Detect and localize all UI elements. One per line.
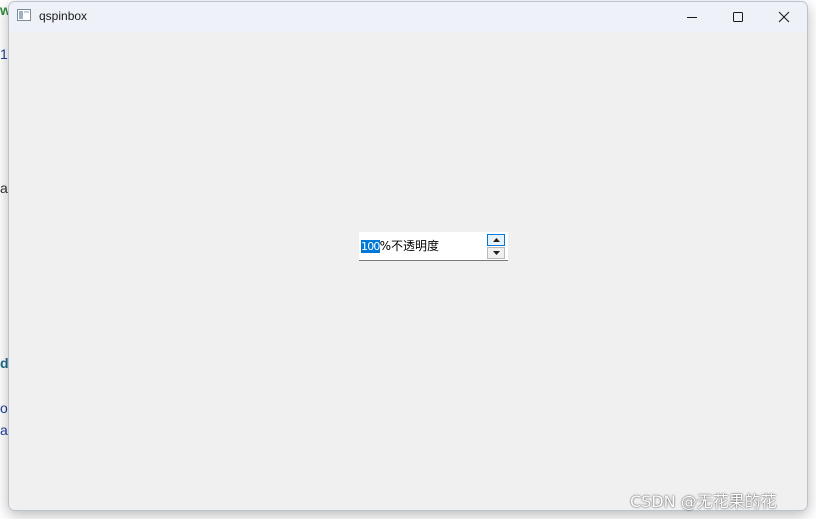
maximize-icon: [733, 12, 743, 22]
minimize-icon: [687, 17, 697, 18]
spinbox-up-button[interactable]: [487, 234, 505, 246]
maximize-button[interactable]: [715, 2, 761, 32]
spinbox-text[interactable]: 100%不透明度: [361, 239, 439, 254]
arrow-up-icon: [492, 238, 500, 242]
app-window-icon: [17, 9, 31, 21]
background-fragment: o: [0, 400, 8, 416]
app-window: qspinbox 100%不透明度: [8, 1, 808, 511]
watermark-text: CSDN @无花果的花: [630, 492, 777, 511]
window-title: qspinbox: [39, 9, 88, 23]
title-bar[interactable]: qspinbox: [9, 2, 807, 32]
close-icon: [778, 11, 790, 23]
background-fragment: 1: [0, 46, 8, 62]
close-button[interactable]: [761, 2, 807, 32]
opacity-spinbox[interactable]: 100%不透明度: [359, 232, 508, 261]
background-fragment: a: [0, 180, 8, 196]
spinbox-down-button[interactable]: [487, 247, 505, 259]
spinbox-suffix: %不透明度: [379, 239, 440, 253]
background-fragment: a: [0, 422, 8, 438]
spinbox-selected-value: 100: [361, 240, 380, 253]
minimize-button[interactable]: [669, 2, 715, 32]
window-client-area: 100%不透明度: [9, 32, 807, 510]
arrow-down-icon: [492, 251, 500, 255]
